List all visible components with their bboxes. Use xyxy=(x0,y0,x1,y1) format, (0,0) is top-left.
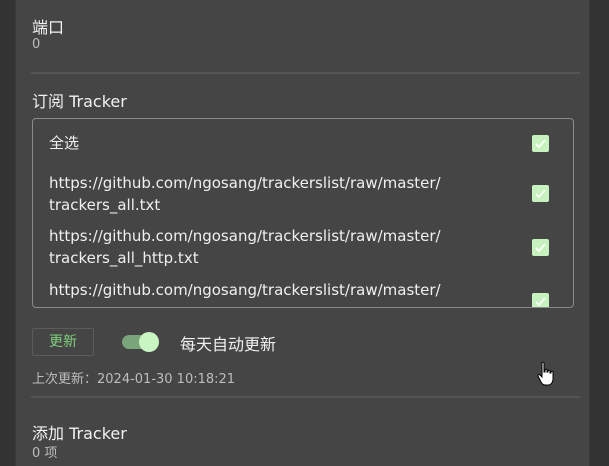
tracker-url-line1: https://github.com/ngosang/trackerslist/… xyxy=(49,174,441,192)
add-tracker-count: 0 项 xyxy=(32,446,58,461)
tracker-checkbox[interactable] xyxy=(532,293,549,307)
subscribe-tracker-title: 订阅 Tracker xyxy=(32,92,127,111)
check-icon xyxy=(535,139,546,149)
tracker-url-line1: https://github.com/ngosang/trackerslist/… xyxy=(49,281,441,299)
add-tracker-title: 添加 Tracker xyxy=(32,424,127,443)
check-icon xyxy=(535,297,546,307)
settings-panel: 端口 0 订阅 Tracker 全选 https://github.com/ng… xyxy=(15,0,590,466)
tracker-url-line1: https://github.com/ngosang/trackerslist/… xyxy=(49,227,441,245)
last-update-text: 上次更新：2024-01-30 10:18:21 xyxy=(32,372,236,387)
tracker-url-line2: trackers_all.txt xyxy=(49,196,161,214)
select-all-label: 全选 xyxy=(49,134,80,152)
tracker-list[interactable]: 全选 https://github.com/ngosang/trackersli… xyxy=(32,118,574,308)
update-button[interactable]: 更新 xyxy=(32,328,94,356)
check-icon xyxy=(535,189,546,199)
tracker-checkbox[interactable] xyxy=(532,185,549,202)
toggle-thumb xyxy=(139,332,159,352)
divider xyxy=(31,72,580,74)
divider xyxy=(31,396,580,398)
tracker-checkbox[interactable] xyxy=(532,239,549,256)
port-value: 0 xyxy=(32,37,41,52)
check-icon xyxy=(535,243,546,253)
auto-update-toggle[interactable] xyxy=(122,332,160,352)
hand-pointer-icon xyxy=(537,361,554,386)
tracker-item: https://github.com/ngosang/trackerslist/… xyxy=(49,225,441,269)
tracker-url-line2: trackers_all_http.txt xyxy=(49,249,199,267)
auto-update-label: 每天自动更新 xyxy=(180,335,277,354)
tracker-item: https://github.com/ngosang/trackerslist/… xyxy=(49,279,441,301)
port-title: 端口 xyxy=(32,18,65,37)
select-all-checkbox[interactable] xyxy=(532,135,549,152)
tracker-item: https://github.com/ngosang/trackerslist/… xyxy=(49,172,441,216)
